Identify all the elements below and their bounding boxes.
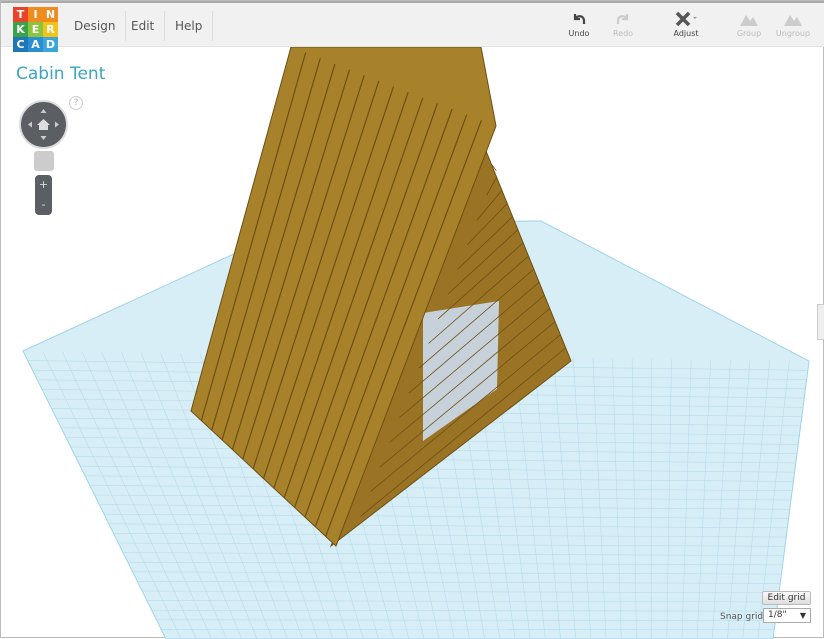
undo-icon — [571, 11, 587, 27]
menu-design[interactable]: Design — [64, 11, 126, 41]
logo-letter: N — [43, 7, 58, 22]
redo-icon — [615, 11, 631, 27]
logo-letter: T — [13, 7, 28, 22]
logo-letter: E — [28, 22, 43, 37]
view-navigation-control[interactable] — [19, 100, 68, 149]
tinkercad-logo[interactable]: TINKERCAD — [13, 7, 58, 52]
ungroup-label: Ungroup — [776, 29, 810, 38]
group-button[interactable]: Group — [724, 11, 774, 38]
menu-edit[interactable]: Edit — [121, 11, 165, 41]
redo-label: Redo — [613, 29, 633, 38]
zoom-out-button[interactable]: - — [35, 195, 52, 215]
view-cube-icon[interactable] — [34, 151, 54, 171]
zoom-control: + - — [35, 175, 52, 215]
group-label: Group — [737, 29, 761, 38]
edit-grid-button[interactable]: Edit grid — [762, 591, 811, 605]
snap-grid-select[interactable]: 1/8" ▼ — [763, 608, 811, 623]
adjust-label: Adjust — [673, 29, 698, 38]
snap-grid-value: 1/8" — [768, 610, 787, 620]
top-toolbar: TINKERCAD Design Edit Help Undo Redo Adj… — [1, 1, 824, 47]
undo-label: Undo — [569, 29, 590, 38]
design-title[interactable]: Cabin Tent — [16, 64, 105, 84]
adjust-icon — [674, 11, 698, 27]
group-icon — [739, 11, 759, 27]
dropdown-arrow-icon: ▼ — [800, 609, 806, 622]
workplane-viewport[interactable] — [1, 47, 824, 639]
menu-help[interactable]: Help — [165, 11, 213, 41]
adjust-button[interactable]: Adjust — [661, 11, 711, 38]
logo-letter: I — [28, 7, 43, 22]
redo-button[interactable]: Redo — [598, 11, 648, 38]
help-icon[interactable]: ? — [69, 96, 83, 110]
snap-grid-label: Snap grid — [720, 612, 763, 622]
ungroup-button[interactable]: Ungroup — [768, 11, 818, 38]
side-panel-toggle[interactable] — [817, 304, 824, 340]
undo-button[interactable]: Undo — [554, 11, 604, 38]
home-view-icon — [21, 102, 66, 147]
logo-letter: R — [43, 22, 58, 37]
zoom-in-button[interactable]: + — [35, 175, 52, 195]
logo-letter: K — [13, 22, 28, 37]
ungroup-icon — [783, 11, 803, 27]
